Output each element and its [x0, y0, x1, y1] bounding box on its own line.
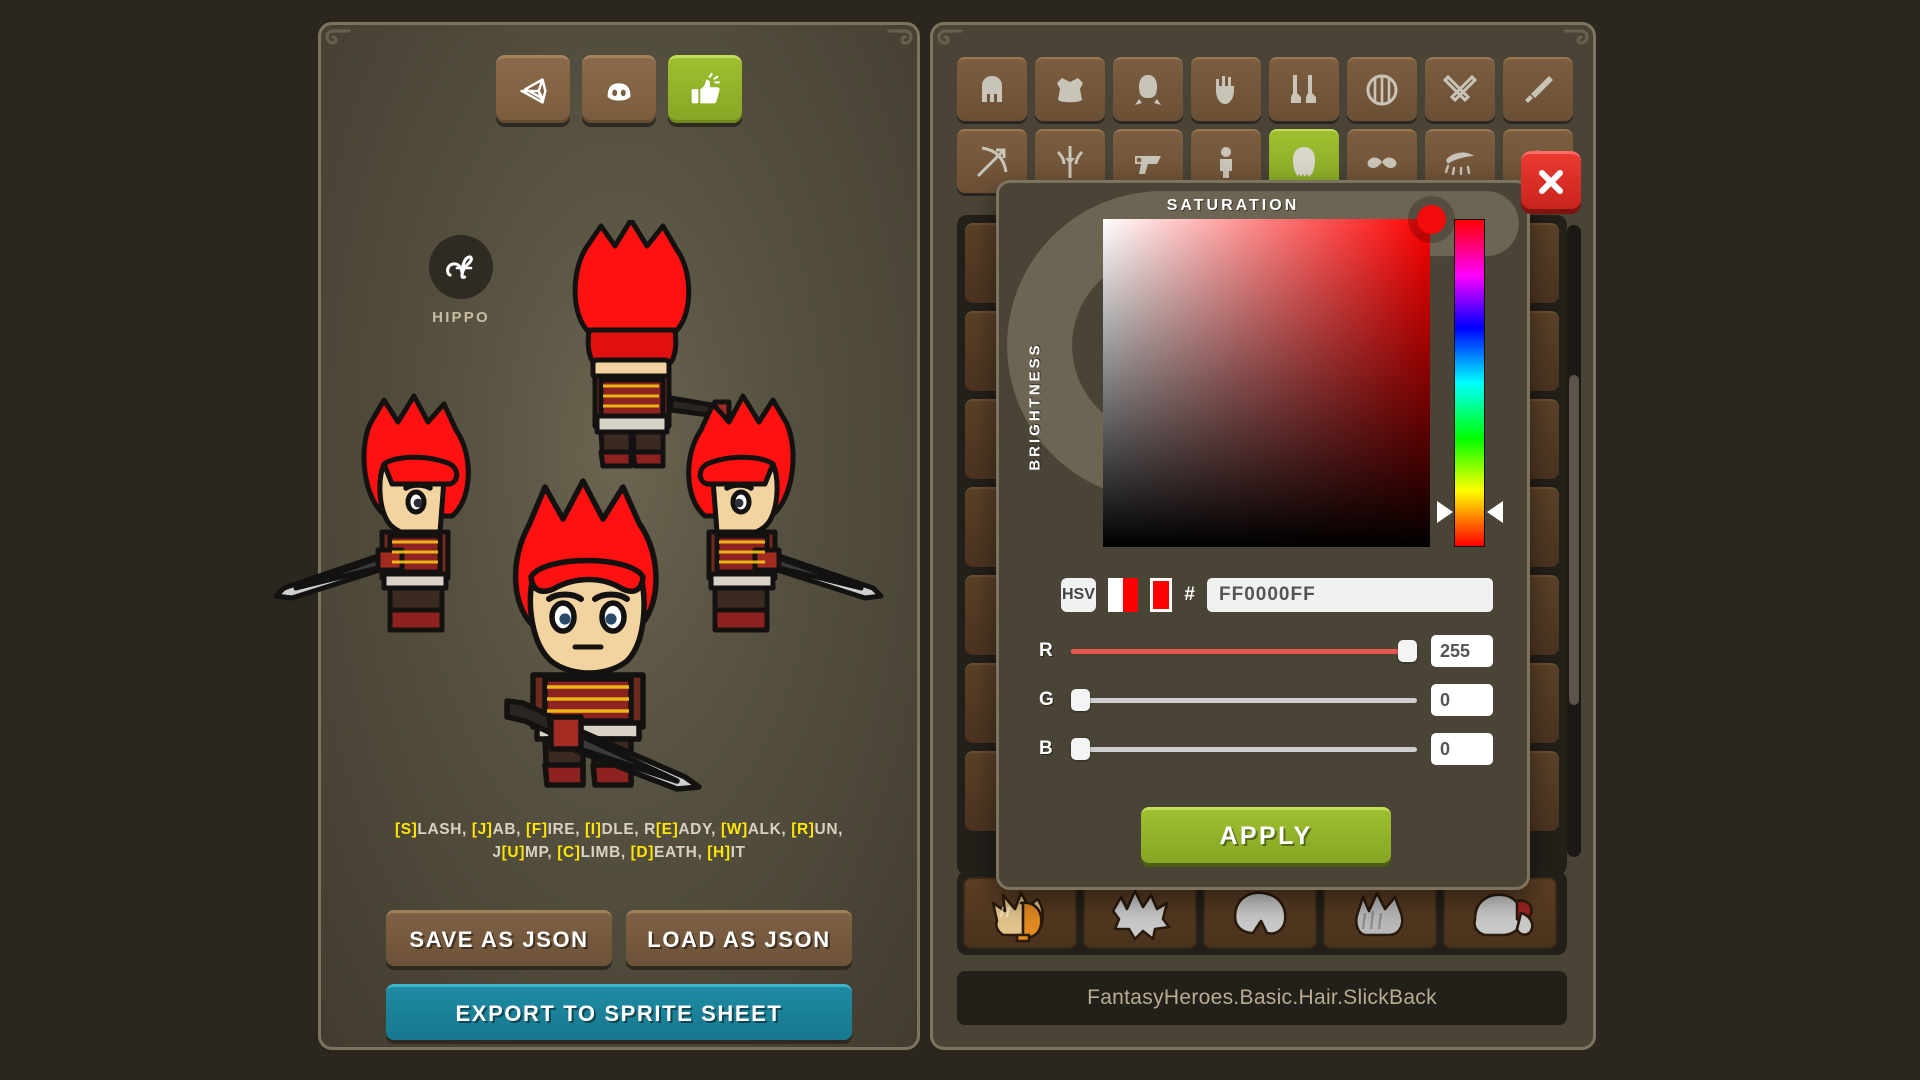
- character-preview-panel: HIPPO [S]LASH, [J]AB, [F]IRE, [I]DLE, R[…: [273, 22, 1129, 1050]
- equip-helmet[interactable]: [957, 57, 1027, 121]
- current-color-swatch[interactable]: [1149, 578, 1173, 612]
- hair-icon: [1293, 147, 1315, 177]
- corner-spiral-icon: [937, 29, 963, 45]
- character-sprite-left: [266, 360, 536, 640]
- hippo-monogram-icon: [429, 235, 493, 299]
- pistol-icon: [1135, 156, 1161, 174]
- slider-fill: [1071, 649, 1417, 654]
- close-color-picker-button[interactable]: [1521, 151, 1581, 209]
- asset-path-label: FantasyHeroes.Basic.Hair.SlickBack: [957, 971, 1567, 1025]
- green-channel-label: G: [1039, 689, 1054, 710]
- character-sprite-right: [601, 360, 891, 640]
- hue-marker-right-icon[interactable]: [1487, 501, 1503, 523]
- equip-gloves[interactable]: [1191, 57, 1261, 121]
- close-icon: [1539, 169, 1563, 194]
- equip-dual-swords[interactable]: [1425, 57, 1495, 121]
- red-channel-label: R: [1039, 640, 1053, 661]
- helmet-icon: [982, 76, 1002, 102]
- equipment-category-grid: [957, 57, 1573, 193]
- body-icon: [1220, 147, 1232, 178]
- color-mode-button[interactable]: HSV: [1061, 578, 1096, 612]
- external-links-toolbar: [321, 55, 917, 123]
- slider-track: [1071, 747, 1417, 752]
- equip-sword[interactable]: [1503, 57, 1573, 121]
- discord-icon: [607, 82, 631, 100]
- blue-channel-slider[interactable]: [1071, 738, 1417, 760]
- equip-armor[interactable]: [1035, 57, 1105, 121]
- saturation-brightness-handle[interactable]: [1417, 205, 1446, 234]
- back-icon: [1135, 75, 1161, 105]
- equip-shield[interactable]: [1347, 57, 1417, 121]
- previous-color-swatch: [1107, 578, 1123, 612]
- brand-logo: HIPPO: [411, 235, 511, 326]
- red-channel-row: R: [1039, 633, 1493, 669]
- character-sprite-front: [441, 465, 771, 795]
- crossbow-icon: [1056, 146, 1084, 178]
- character-sprite-stage: [273, 25, 917, 1047]
- bow-icon: [976, 146, 1008, 178]
- key-hints-line-1: [S]LASH, [J]AB, [F]IRE, [I]DLE, R[E]ADY,…: [394, 821, 844, 838]
- armor-icon: [1057, 78, 1083, 103]
- color-compare-swatch[interactable]: [1107, 578, 1138, 612]
- slider-knob[interactable]: [1071, 689, 1090, 711]
- slider-knob[interactable]: [1071, 738, 1090, 760]
- blue-channel-value[interactable]: [1431, 733, 1493, 765]
- saturation-brightness-field[interactable]: [1103, 219, 1430, 547]
- hue-marker-left-icon[interactable]: [1437, 501, 1453, 523]
- blue-channel-label: B: [1039, 738, 1053, 759]
- hash-symbol: #: [1184, 584, 1195, 605]
- equip-back[interactable]: [1113, 57, 1183, 121]
- hex-color-input[interactable]: [1207, 578, 1493, 612]
- eyebrow-icon: [1444, 152, 1474, 176]
- red-channel-value[interactable]: [1431, 635, 1493, 667]
- apply-color-button[interactable]: APPLY: [1141, 807, 1391, 863]
- hue-slider[interactable]: [1454, 219, 1485, 547]
- slider-knob[interactable]: [1398, 640, 1417, 662]
- color-value-row: HSV #: [1061, 576, 1493, 614]
- corner-spiral-icon: [1563, 29, 1589, 45]
- unity-icon: [520, 77, 547, 104]
- brightness-label: BRIGHTNESS: [1026, 342, 1044, 471]
- new-color-swatch: [1122, 578, 1138, 612]
- brand-label: HIPPO: [432, 309, 490, 326]
- rate-button[interactable]: [668, 55, 742, 123]
- corner-spiral-icon: [325, 29, 351, 45]
- blue-channel-row: B: [1039, 731, 1493, 767]
- moustache-icon: [1367, 157, 1397, 168]
- keyboard-shortcut-hints: [S]LASH, [J]AB, [F]IRE, [I]DLE, R[E]ADY,…: [321, 818, 917, 864]
- equip-boots[interactable]: [1269, 57, 1339, 121]
- color-picker-dialog: SATURATION BRIGHTNESS HSV # R: [996, 151, 1581, 890]
- sword-icon: [1525, 76, 1553, 103]
- asset-list-scrollbar[interactable]: [1567, 225, 1581, 857]
- shield-icon: [1366, 74, 1398, 106]
- green-channel-row: G: [1039, 682, 1493, 718]
- key-hints-line-2: J[U]MP, [C]LIMB, [D]EATH, [H]IT: [492, 844, 746, 861]
- scrollbar-thumb[interactable]: [1569, 375, 1579, 705]
- boots-icon: [1291, 75, 1316, 103]
- character-sprite-back: [531, 220, 751, 470]
- dual-swords-icon: [1442, 74, 1478, 103]
- green-channel-value[interactable]: [1431, 684, 1493, 716]
- green-channel-slider[interactable]: [1071, 689, 1417, 711]
- discord-button[interactable]: [582, 55, 656, 123]
- red-channel-slider[interactable]: [1071, 640, 1417, 662]
- save-as-json-button[interactable]: SAVE AS JSON: [386, 910, 612, 966]
- saturation-label: SATURATION: [1166, 197, 1300, 214]
- thumbs-up-icon: [691, 72, 720, 103]
- unity-button[interactable]: [496, 55, 570, 123]
- load-as-json-button[interactable]: LOAD AS JSON: [626, 910, 852, 966]
- slider-track: [1071, 698, 1417, 703]
- glove-icon: [1216, 76, 1234, 104]
- export-actions: SAVE AS JSON LOAD AS JSON EXPORT TO SPRI…: [321, 910, 917, 1040]
- corner-spiral-icon: [887, 29, 913, 45]
- export-to-sprite-sheet-button[interactable]: EXPORT TO SPRITE SHEET: [386, 984, 852, 1040]
